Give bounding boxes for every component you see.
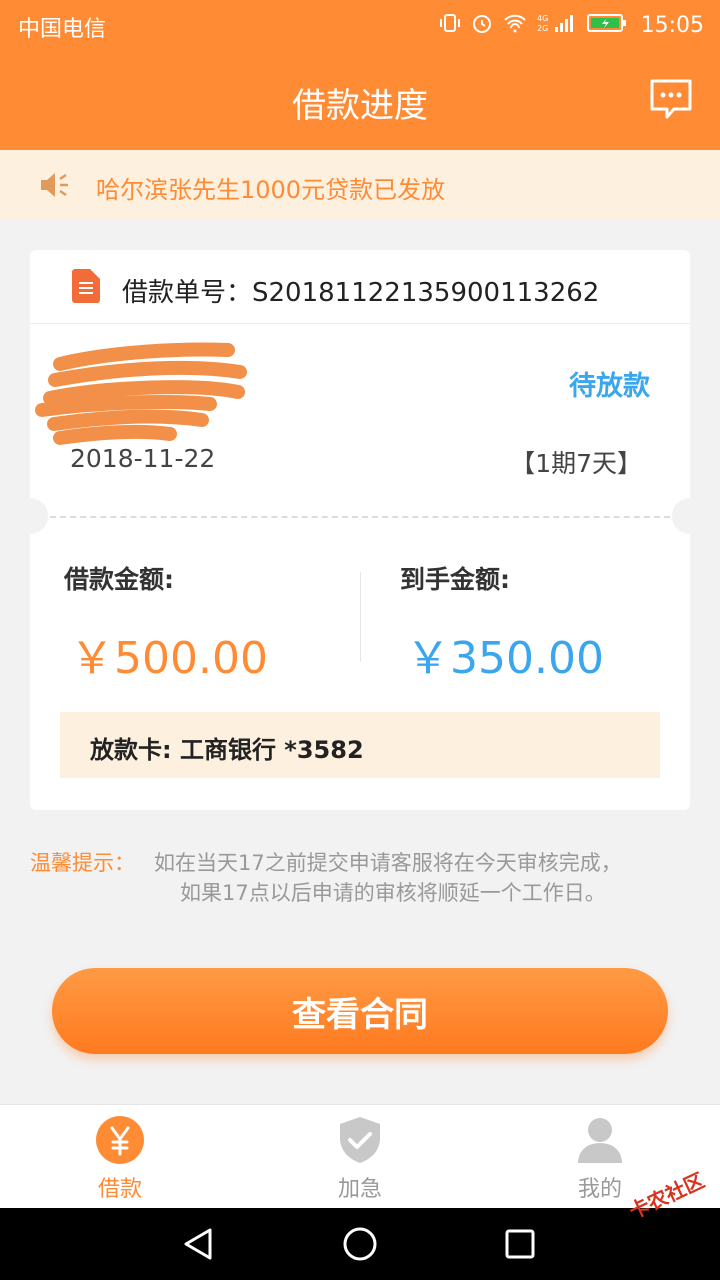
recents-icon[interactable] [502,1226,538,1262]
tab-urgent[interactable]: 加急 [240,1105,480,1209]
payout-card: 放款卡: 工商银行 *3582 [90,736,364,764]
loan-status: 待放款 [569,371,650,402]
tip-line-2: 如果17点以后申请的审核将顺延一个工作日。 [180,881,606,905]
tab-label: 加急 [337,1177,382,1202]
tab-loan[interactable]: 借款 [0,1105,240,1209]
loan-amount-label: 借款金额: [64,565,174,594]
alarm-icon [471,12,493,38]
announcement-bar: 哈尔滨张先生1000元贷款已发放 [0,150,720,220]
tip-text: 如在当天17之前提交申请客服将在今天审核完成， 如果17点以后申请的审核将顺延一… [154,848,694,908]
loan-period: 【1期7天】 [510,449,642,478]
wifi-icon [503,13,527,37]
title-bar: 借款进度 [0,50,720,150]
svg-text:2G: 2G [537,24,548,33]
message-button[interactable] [648,76,694,122]
svg-text:4G: 4G [537,14,548,23]
tip-line-1: 如在当天17之前提交申请客服将在今天审核完成， [154,851,622,875]
battery-icon [586,12,627,38]
home-icon[interactable] [342,1226,378,1262]
payout-card-box: 放款卡: 工商银行 *3582 [60,712,660,778]
document-icon [72,269,100,307]
bottom-tab-bar: 借款 加急 我的 [0,1104,720,1208]
order-number: 借款单号：S20181122135900113262 [122,278,600,308]
page-title: 借款进度 [292,86,428,126]
clock: 15:05 [640,12,704,38]
status-bar: 中国电信 4G 2G 15:05 [0,0,720,50]
status-icons: 4G 2G 15:05 [439,10,704,40]
tip-label: 温馨提示： [30,851,135,875]
vibrate-icon [439,12,461,38]
received-amount-label: 到手金额: [400,565,510,594]
loan-amount: ￥500.00 [70,633,268,684]
order-number-row: 借款单号：S20181122135900113262 [30,250,690,324]
signal-icon: 4G 2G [537,12,577,38]
ticket-notch-right [672,498,708,534]
user-icon [575,1115,625,1165]
tab-label: 借款 [97,1177,142,1202]
shield-check-icon [335,1115,385,1165]
loan-card: 借款单号：S20181122135900113262 待放款 2018-11-2… [12,250,708,810]
speaker-icon [38,170,72,204]
received-amount: ￥350.00 [406,633,604,684]
amount-separator [360,572,361,662]
system-nav-bar [0,1208,720,1280]
yuan-icon [95,1115,145,1165]
redaction-scribble [35,342,247,445]
carrier-name: 中国电信 [18,17,107,42]
ticket-notch-left [12,498,48,534]
announcement-text: 哈尔滨张先生1000元贷款已发放 [96,176,446,204]
loan-date: 2018-11-22 [70,444,216,473]
back-icon[interactable] [180,1226,216,1262]
message-icon [650,79,692,119]
view-contract-button[interactable]: 查看合同 [52,968,668,1054]
dashed-divider [50,516,670,518]
